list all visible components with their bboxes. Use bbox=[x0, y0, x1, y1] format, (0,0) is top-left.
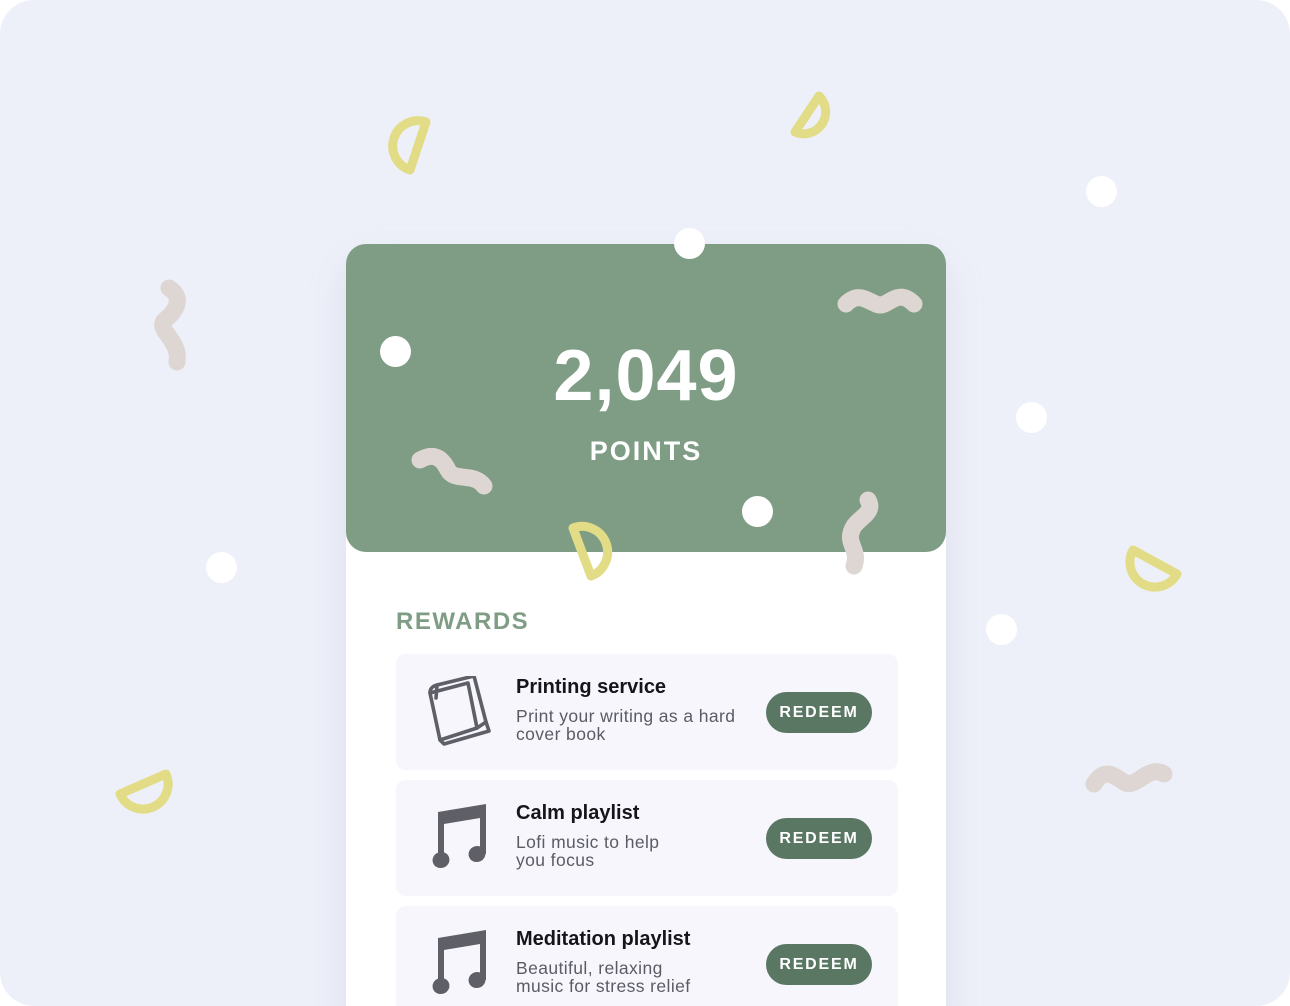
confetti-dot bbox=[1016, 402, 1047, 433]
confetti-half-circle bbox=[568, 521, 613, 581]
confetti-half-circle bbox=[388, 116, 431, 175]
rewards-heading: REWARDS bbox=[396, 608, 530, 635]
reward-title: Calm playlist bbox=[516, 802, 640, 824]
points-value: 2,049 bbox=[553, 336, 739, 416]
confetti-dot bbox=[206, 552, 237, 583]
confetti-squiggle bbox=[154, 279, 186, 371]
reward-description: Beautiful, relaxing music for stress rel… bbox=[516, 958, 691, 996]
reward-item-meditation-playlist: Meditation playlist Beautiful, relaxing … bbox=[396, 906, 898, 1006]
confetti-squiggle bbox=[842, 491, 879, 575]
music-note-icon bbox=[432, 804, 486, 869]
confetti-half-circle bbox=[1125, 545, 1182, 592]
redeem-button[interactable]: REDEEM bbox=[766, 944, 872, 985]
confetti-dot bbox=[742, 496, 773, 527]
music-note-icon bbox=[432, 930, 486, 995]
background: 2,049 POINTS REWARDS Printing service Pr… bbox=[0, 0, 1290, 1006]
reward-item-calm-playlist: Calm playlist Lofi music to help you foc… bbox=[396, 780, 898, 896]
book-icon bbox=[428, 676, 491, 746]
confetti-dot bbox=[380, 336, 411, 367]
rewards-card: 2,049 POINTS REWARDS Printing service Pr… bbox=[346, 244, 946, 1006]
confetti-half-circle bbox=[790, 91, 831, 139]
reward-title: Printing service bbox=[516, 676, 667, 698]
confetti-dot bbox=[1086, 176, 1117, 207]
confetti-half-circle bbox=[115, 769, 173, 814]
reward-description: Lofi music to help you focus bbox=[516, 832, 660, 870]
confetti-squiggle bbox=[837, 288, 923, 314]
confetti-squiggle bbox=[411, 447, 493, 495]
confetti-squiggle bbox=[1085, 763, 1173, 793]
reward-description: Print your writing as a hard cover book bbox=[516, 706, 736, 744]
confetti-dot bbox=[986, 614, 1017, 645]
reward-title: Meditation playlist bbox=[516, 928, 691, 950]
reward-item-printing: Printing service Print your writing as a… bbox=[396, 654, 898, 770]
confetti-dot bbox=[674, 228, 705, 259]
redeem-button[interactable]: REDEEM bbox=[766, 818, 872, 859]
redeem-button[interactable]: REDEEM bbox=[766, 692, 872, 733]
